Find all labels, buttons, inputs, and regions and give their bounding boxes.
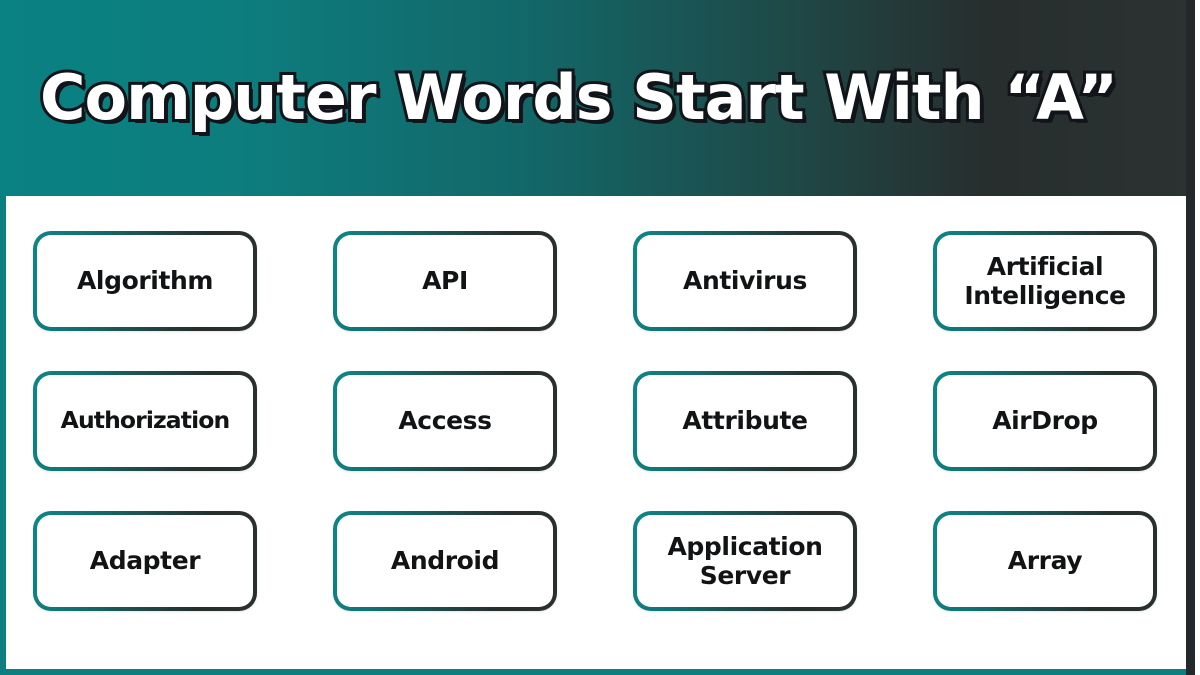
word-card-label: Algorithm: [76, 266, 214, 296]
word-card-label: Authorization: [60, 406, 231, 435]
word-card-label: AirDrop: [992, 406, 1098, 436]
word-card-inner: Artificial Intelligence: [937, 235, 1153, 327]
word-card-label: Attribute: [682, 406, 808, 436]
word-card-inner: Attribute: [637, 375, 853, 467]
word-card-authorization[interactable]: Authorization: [33, 371, 257, 471]
page-title: Computer Words Start With “A”: [37, 61, 1121, 135]
word-card-inner: AirDrop: [937, 375, 1153, 467]
word-card-label: Array: [1007, 546, 1083, 576]
word-card-application-server[interactable]: Application Server: [633, 511, 857, 611]
word-card-label: Application Server: [667, 531, 823, 591]
infographic-root: Computer Words Start With “A” Algorithm A…: [0, 0, 1200, 675]
frame-bottom-border: [0, 669, 1192, 675]
word-card-antivirus[interactable]: Antivirus: [633, 231, 857, 331]
header-banner: Computer Words Start With “A”: [0, 0, 1200, 196]
word-card-algorithm[interactable]: Algorithm: [33, 231, 257, 331]
word-card-array[interactable]: Array: [933, 511, 1157, 611]
word-card-airdrop[interactable]: AirDrop: [933, 371, 1157, 471]
frame-right-padding: [1195, 0, 1200, 675]
word-card-inner: Adapter: [37, 515, 253, 607]
word-card-access[interactable]: Access: [333, 371, 557, 471]
word-card-attribute[interactable]: Attribute: [633, 371, 857, 471]
word-card-label: Adapter: [89, 546, 201, 576]
word-card-inner: Android: [337, 515, 553, 607]
word-card-inner: Array: [937, 515, 1153, 607]
frame-right-border: [1186, 0, 1195, 675]
word-card-inner: Algorithm: [37, 235, 253, 327]
word-card-artificial-intelligence[interactable]: Artificial Intelligence: [933, 231, 1157, 331]
word-card-inner: Antivirus: [637, 235, 853, 327]
word-card-android[interactable]: Android: [333, 511, 557, 611]
frame-left-border: [0, 195, 6, 675]
word-card-label: Android: [390, 546, 500, 576]
word-card-inner: API: [337, 235, 553, 327]
word-card-adapter[interactable]: Adapter: [33, 511, 257, 611]
word-card-label: Antivirus: [683, 266, 807, 296]
word-card-label: Artificial Intelligence: [964, 251, 1126, 311]
word-card-inner: Application Server: [637, 515, 853, 607]
word-card-api[interactable]: API: [333, 231, 557, 331]
word-card-inner: Authorization: [37, 375, 253, 467]
word-list-section: Algorithm API Antivirus Artificial Intellig…: [0, 196, 1200, 675]
word-card-inner: Access: [337, 375, 553, 467]
word-card-label: Access: [398, 406, 492, 436]
word-card-grid: Algorithm API Antivirus Artificial Intellig…: [33, 231, 1162, 611]
word-card-label: API: [422, 266, 468, 296]
